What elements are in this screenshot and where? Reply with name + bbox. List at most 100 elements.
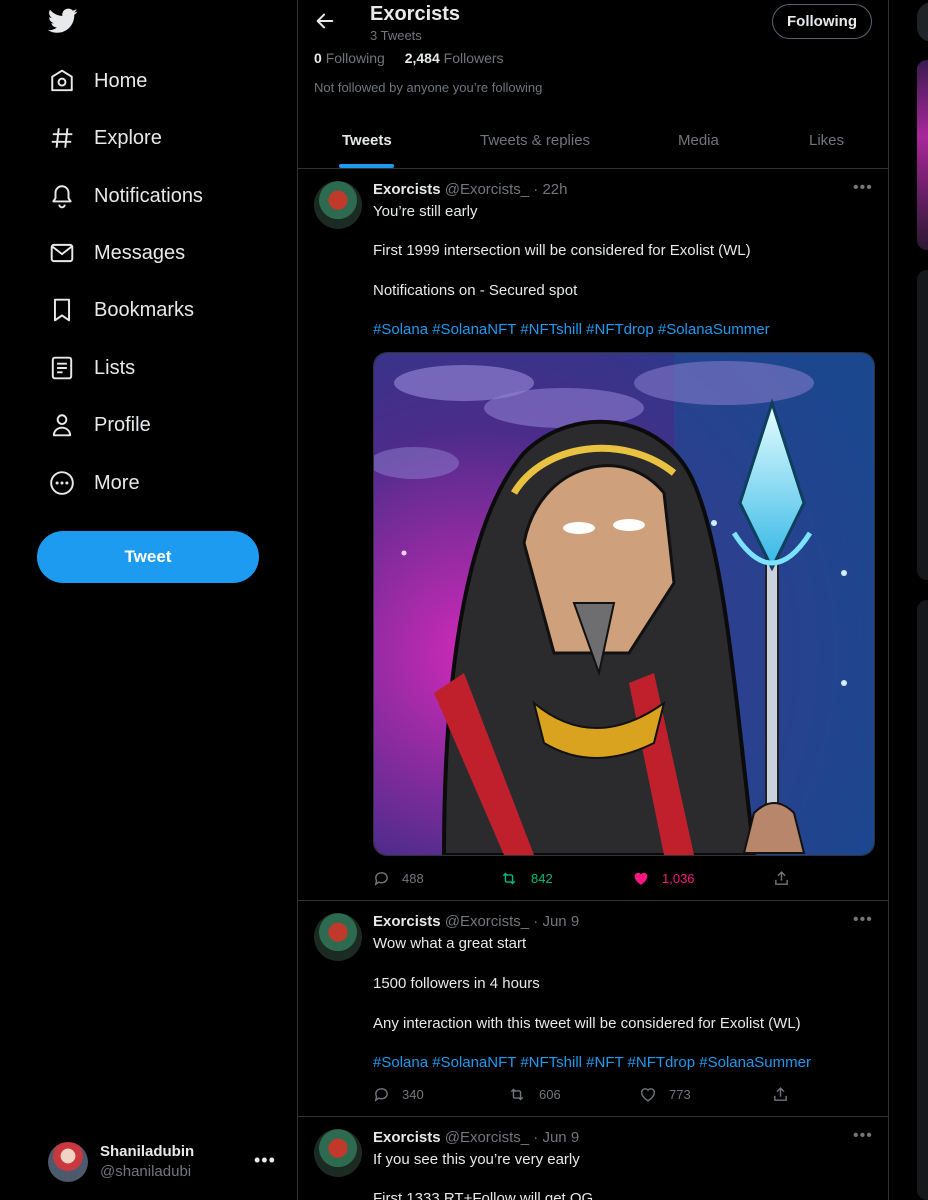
reply-button[interactable]: 340 <box>373 1086 424 1103</box>
sidebar-item-home[interactable]: Home <box>48 59 147 103</box>
more-icon[interactable]: ••• <box>254 1150 276 1171</box>
tweet[interactable]: Exorcists @Exorcists_ · 22h ••• You’re s… <box>298 169 888 901</box>
followers-label: Followers <box>443 50 504 66</box>
page-title: Exorcists <box>370 3 461 25</box>
media-thumbnail[interactable] <box>917 60 928 250</box>
tweet[interactable]: Exorcists @Exorcists_ · Jun 9 ••• If you… <box>298 1117 888 1200</box>
author-meta: @Exorcists_ · Jun 9 <box>444 913 580 930</box>
bell-icon <box>48 182 76 210</box>
tab-media[interactable]: Media <box>678 112 719 168</box>
reply-icon <box>374 872 388 886</box>
like-button[interactable]: 773 <box>639 1086 691 1103</box>
tweet[interactable]: Exorcists @Exorcists_ · Jun 9 ••• Wow wh… <box>298 901 888 1117</box>
share-icon <box>775 871 788 885</box>
retweet-button[interactable]: 842 <box>499 870 553 887</box>
tweet-count: 3 Tweets <box>370 28 422 43</box>
profile-timeline: Exorcists 3 Tweets Following 0 Following… <box>297 0 889 1200</box>
search-input[interactable] <box>917 2 928 42</box>
person-icon <box>48 411 76 439</box>
hashtag-icon <box>48 124 76 152</box>
retweet-icon <box>510 1088 524 1101</box>
more-icon[interactable]: ••• <box>853 1127 873 1145</box>
avatar[interactable] <box>314 181 362 229</box>
account-switcher[interactable]: Shaniladubin @shaniladubi ••• <box>48 1138 284 1186</box>
trends-panel <box>917 270 928 580</box>
tweet-text: You’re still early <box>373 203 478 220</box>
more-circle-icon <box>48 469 76 497</box>
sidebar-item-label: Bookmarks <box>94 298 195 321</box>
followers-link[interactable]: 2,484 Followers <box>405 50 504 66</box>
author-meta: @Exorcists_ · 22h <box>444 181 568 198</box>
author-name[interactable]: Exorcists <box>373 1129 441 1146</box>
tweet-button[interactable]: Tweet <box>37 531 259 583</box>
sidebar-item-profile[interactable]: Profile <box>48 403 151 447</box>
tweet-text: First 1999 intersection will be consider… <box>373 242 751 259</box>
retweet-count: 606 <box>539 1087 561 1102</box>
sidebar-item-bookmarks[interactable]: Bookmarks <box>48 288 194 332</box>
like-button[interactable]: 1,036 <box>632 870 695 887</box>
bookmark-icon <box>48 296 76 324</box>
sidebar-item-messages[interactable]: Messages <box>48 231 185 275</box>
sidebar-item-notifications[interactable]: Notifications <box>48 174 203 218</box>
hashtags[interactable]: #Solana #SolanaNFT #NFTshill #NFT #NFTdr… <box>373 1054 811 1071</box>
sidebar-item-label: Lists <box>94 356 136 379</box>
tweet-text: Wow what a great start <box>373 935 527 952</box>
author-name[interactable]: Exorcists <box>373 913 441 930</box>
author-name[interactable]: Exorcists <box>373 181 441 198</box>
follow-stats: 0 Following 2,484 Followers <box>314 50 504 66</box>
reply-button[interactable]: 488 <box>373 870 424 887</box>
tweet-actions: 488 842 1,036 <box>373 870 803 890</box>
list-icon <box>48 354 76 382</box>
more-icon[interactable]: ••• <box>853 911 873 929</box>
like-count: 773 <box>669 1087 691 1102</box>
share-button[interactable] <box>773 870 802 887</box>
retweet-count: 842 <box>531 871 553 886</box>
following-label: Following <box>325 50 385 66</box>
avatar <box>48 1142 88 1182</box>
following-count: 0 <box>314 50 322 66</box>
heart-icon <box>634 872 648 885</box>
sidebar-item-more[interactable]: More <box>48 461 140 505</box>
profile-tabs: Tweets Tweets & replies Media Likes <box>298 112 888 169</box>
share-button[interactable] <box>772 1086 801 1103</box>
sidebar-item-label: Profile <box>94 413 151 436</box>
back-arrow-icon[interactable] <box>314 10 338 34</box>
sidebar-item-label: More <box>94 471 140 494</box>
envelope-icon <box>48 239 76 267</box>
more-icon[interactable]: ••• <box>853 179 873 197</box>
retweet-button[interactable]: 606 <box>507 1086 561 1103</box>
like-count: 1,036 <box>662 871 695 886</box>
tab-tweets-replies[interactable]: Tweets & replies <box>480 112 590 168</box>
sidebar-item-lists[interactable]: Lists <box>48 346 135 390</box>
tweet-text: Any interaction with this tweet will be … <box>373 1015 801 1032</box>
retweet-icon <box>502 872 516 885</box>
home-icon <box>48 67 76 95</box>
tweet-text: Notifications on - Secured spot <box>373 282 578 299</box>
following-button[interactable]: Following <box>772 4 872 39</box>
tweet-actions: 340 606 773 <box>373 1086 803 1106</box>
tweet-text: 1500 followers in 4 hours <box>373 975 540 992</box>
sidebar-item-explore[interactable]: Explore <box>48 116 162 160</box>
reply-icon <box>374 1088 388 1102</box>
tweet-text: First 1333 RT+Follow will get OG <box>373 1190 594 1200</box>
tweet-image[interactable] <box>373 352 875 856</box>
hashtags[interactable]: #Solana #SolanaNFT #NFTshill #NFTdrop #S… <box>373 321 770 338</box>
sidebar: Home Explore Notifications Messages Book… <box>0 0 296 1200</box>
active-tab-indicator <box>339 164 394 168</box>
sidebar-item-label: Notifications <box>94 184 203 207</box>
avatar[interactable] <box>314 913 362 961</box>
avatar[interactable] <box>314 1129 362 1177</box>
tweet-header: Exorcists @Exorcists_ · 22h <box>373 181 568 198</box>
following-link[interactable]: 0 Following <box>314 50 385 66</box>
tweet-header: Exorcists @Exorcists_ · Jun 9 <box>373 913 579 930</box>
followers-count: 2,484 <box>404 50 440 66</box>
heart-icon <box>640 1088 656 1102</box>
tab-likes[interactable]: Likes <box>809 112 844 168</box>
twitter-logo-icon[interactable] <box>47 8 80 38</box>
sidebar-item-label: Explore <box>94 126 162 149</box>
right-rail <box>887 0 928 1200</box>
tab-tweets[interactable]: Tweets <box>342 112 392 168</box>
reply-count: 340 <box>402 1087 424 1102</box>
tweet-text: If you see this you’re very early <box>373 1151 580 1168</box>
reply-count: 488 <box>402 871 424 886</box>
